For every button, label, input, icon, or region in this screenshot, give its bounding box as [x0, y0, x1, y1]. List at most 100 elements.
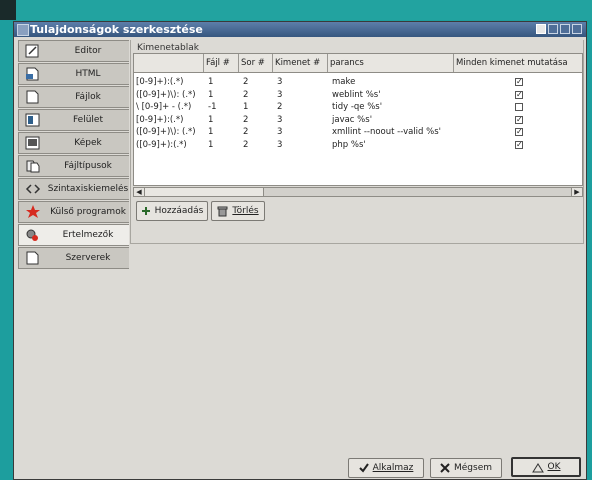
- cell-output[interactable]: 3: [275, 126, 325, 138]
- category-sidebar: Editor HTML Fájlok Felület Képek Fájltíp…: [18, 40, 136, 270]
- column-header-output[interactable]: Kimenet #: [273, 54, 328, 72]
- cell-file[interactable]: 1: [206, 89, 236, 101]
- parser-table[interactable]: Fájl # Sor # Kimenet # parancs Minden ki…: [133, 53, 583, 186]
- table-row[interactable]: [0-9]+):(.*) 1 2 3 javac %s' ✓: [134, 114, 582, 126]
- column-header-file[interactable]: Fájl #: [204, 54, 239, 72]
- ok-icon: [531, 462, 544, 472]
- apply-button[interactable]: Alkalmaz: [348, 458, 424, 478]
- ok-button[interactable]: OK: [511, 457, 581, 477]
- sidebar-item-interface[interactable]: Felület: [18, 109, 136, 131]
- cell-file[interactable]: 1: [206, 76, 236, 88]
- cell-pattern[interactable]: ([0-9]+)\): (.*): [134, 89, 204, 101]
- table-row[interactable]: ([0-9]+):(.*) 1 2 3 php %s' ✓: [134, 139, 582, 151]
- apply-button-label: Alkalmaz: [372, 463, 414, 473]
- cell-command[interactable]: weblint %s': [330, 89, 454, 101]
- cell-output[interactable]: 3: [275, 76, 325, 88]
- cell-line[interactable]: 2: [241, 126, 271, 138]
- window-menu-icon[interactable]: [17, 24, 29, 36]
- cell-command[interactable]: tidy -qe %s': [330, 101, 454, 113]
- server-icon: [26, 251, 39, 265]
- sidebar-item-images[interactable]: Képek: [18, 132, 136, 154]
- cell-file[interactable]: 1: [206, 114, 236, 126]
- scroll-right-icon[interactable]: ▶: [571, 188, 582, 196]
- star-icon: [26, 205, 40, 218]
- sidebar-item-editor[interactable]: Editor: [18, 40, 136, 62]
- minimize-icon[interactable]: [548, 24, 558, 34]
- cell-output[interactable]: 2: [275, 101, 325, 113]
- cell-line[interactable]: 2: [241, 114, 271, 126]
- syntax-icon: [25, 184, 41, 194]
- show-all-checkbox[interactable]: ✓: [515, 128, 523, 136]
- cell-output[interactable]: 3: [275, 139, 325, 151]
- horizontal-scrollbar[interactable]: ◀ ▶: [133, 187, 583, 197]
- sidebar-item-label: Felület: [73, 115, 103, 125]
- cell-line[interactable]: 1: [241, 101, 271, 113]
- cell-command[interactable]: javac %s': [330, 114, 454, 126]
- sidebar-item-label: HTML: [75, 69, 101, 79]
- add-button-label: Hozzáadás: [154, 206, 204, 216]
- cancel-button[interactable]: Mégsem: [430, 458, 502, 478]
- column-header-line[interactable]: Sor #: [239, 54, 273, 72]
- trash-icon: [217, 206, 228, 216]
- cell-file[interactable]: -1: [206, 101, 236, 113]
- cell-line[interactable]: 2: [241, 76, 271, 88]
- sidebar-item-servers[interactable]: Szerverek: [18, 247, 136, 269]
- cell-pattern[interactable]: \ [0-9]+ - (.*): [134, 101, 204, 113]
- output-window-group: Kimenetablak Fájl # Sor # Kimenet # para…: [130, 40, 584, 244]
- scroll-left-icon[interactable]: ◀: [134, 188, 145, 196]
- show-all-checkbox[interactable]: ✓: [515, 140, 523, 149]
- maximize-icon[interactable]: [560, 24, 570, 34]
- close-icon[interactable]: [572, 24, 582, 34]
- delete-button[interactable]: Törlés: [211, 201, 265, 221]
- table-row[interactable]: ([0-9]+)\): (.*) 1 2 3 weblint %s' ✓: [134, 89, 582, 101]
- cell-file[interactable]: 1: [206, 126, 236, 138]
- sidebar-item-external-programs[interactable]: Külső programok: [18, 201, 136, 223]
- show-all-checkbox[interactable]: [515, 103, 523, 111]
- table-row[interactable]: [0-9]+):(.*) 1 2 3 make ✓: [134, 76, 582, 88]
- delete-button-label: Törlés: [232, 206, 259, 216]
- window-titlebar[interactable]: Tulajdonságok szerkesztése: [14, 22, 586, 37]
- cell-pattern[interactable]: [0-9]+):(.*): [134, 114, 204, 126]
- table-header: Fájl # Sor # Kimenet # parancs Minden ki…: [134, 54, 582, 73]
- sidebar-item-files[interactable]: Fájlok: [18, 86, 136, 108]
- cell-output[interactable]: 3: [275, 89, 325, 101]
- sidebar-item-label: Képek: [74, 138, 102, 148]
- table-row[interactable]: ([0-9]+)\): (.*) 1 2 3 xmllint --noout --val…: [134, 126, 582, 138]
- show-all-checkbox[interactable]: ✓: [515, 115, 523, 124]
- cell-pattern[interactable]: ([0-9]+)\): (.*): [134, 126, 204, 138]
- cell-command[interactable]: xmllint --noout --valid %s': [330, 126, 454, 138]
- add-icon: [141, 207, 150, 215]
- add-button[interactable]: Hozzáadás: [136, 201, 208, 221]
- cell-command[interactable]: make: [330, 76, 454, 88]
- sidebar-item-filetypes[interactable]: Fájltípusok: [18, 155, 136, 177]
- cell-file[interactable]: 1: [206, 139, 236, 151]
- sidebar-item-syntax[interactable]: Szintaxiskiemelés: [18, 178, 136, 200]
- cell-command[interactable]: php %s': [330, 139, 454, 151]
- table-row[interactable]: \ [0-9]+ - (.*) -1 1 2 tidy -qe %s': [134, 101, 582, 113]
- scrollbar-thumb[interactable]: [145, 188, 264, 196]
- sidebar-item-label: Fájltípusok: [64, 161, 112, 171]
- cell-line[interactable]: 2: [241, 139, 271, 151]
- cell-pattern[interactable]: ([0-9]+):(.*): [134, 139, 204, 151]
- filetypes-icon: [26, 160, 40, 173]
- cell-pattern[interactable]: [0-9]+):(.*): [134, 76, 204, 88]
- column-header-command[interactable]: parancs: [328, 54, 454, 72]
- ok-button-label: OK: [547, 462, 561, 472]
- cancel-button-label: Mégsem: [453, 463, 492, 473]
- sidebar-item-html[interactable]: HTML: [18, 63, 136, 85]
- settings-panel: Kimenetablak Fájl # Sor # Kimenet # para…: [129, 40, 585, 456]
- column-header-pattern[interactable]: [134, 54, 204, 72]
- pin-icon[interactable]: [536, 24, 546, 34]
- dialog-button-bar: Alkalmaz Mégsem OK: [14, 456, 586, 480]
- html-icon: [26, 67, 39, 81]
- window-title: Tulajdonságok szerkesztése: [30, 23, 203, 36]
- preferences-window: Tulajdonságok szerkesztése Editor HTML F…: [13, 21, 587, 480]
- cancel-x-icon: [440, 463, 450, 473]
- desktop-top-bar: [0, 0, 592, 20]
- show-all-checkbox[interactable]: ✓: [515, 90, 523, 99]
- sidebar-item-parsers[interactable]: Értelmezők: [18, 224, 136, 246]
- show-all-checkbox[interactable]: ✓: [515, 78, 523, 86]
- cell-line[interactable]: 2: [241, 89, 271, 101]
- column-header-show-all[interactable]: Minden kimenet mutatása: [454, 54, 582, 72]
- cell-output[interactable]: 3: [275, 114, 325, 126]
